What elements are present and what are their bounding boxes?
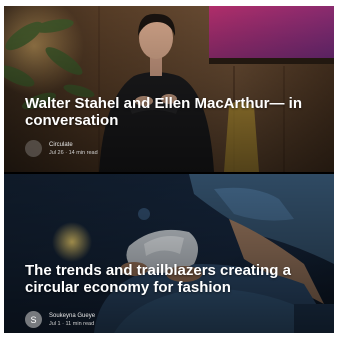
publish-date: Jul 1	[49, 320, 61, 327]
image-overlay	[4, 174, 334, 333]
article-meta: S Soukeyna Gueye Jul 1 · 11 min read	[25, 311, 95, 328]
author-name[interactable]: Soukeyna Gueye	[49, 312, 95, 320]
article-stats: Jul 26 · 14 min read	[49, 149, 98, 157]
article-title[interactable]: The trends and trailblazers creating a c…	[25, 262, 325, 296]
article-byline: Circulate Jul 26 · 14 min read	[49, 141, 98, 157]
article-stats: Jul 1 · 11 min read	[49, 320, 95, 328]
meta-separator: ·	[62, 320, 64, 327]
article-byline: Soukeyna Gueye Jul 1 · 11 min read	[49, 312, 95, 328]
article-meta: Circulate Jul 26 · 14 min read	[25, 140, 98, 157]
article-feed: Walter Stahel and Ellen MacArthur— in co…	[4, 6, 334, 333]
author-name[interactable]: Circulate	[49, 141, 98, 149]
article-card-fashion-trends[interactable]: The trends and trailblazers creating a c…	[4, 174, 334, 333]
author-avatar[interactable]	[25, 140, 42, 157]
author-avatar[interactable]: S	[25, 311, 42, 328]
meta-separator: ·	[65, 149, 68, 156]
read-time: 14 min read	[68, 149, 98, 156]
publish-date: Jul 26	[49, 149, 64, 156]
article-title[interactable]: Walter Stahel and Ellen MacArthur— in co…	[25, 95, 325, 129]
read-time: 11 min read	[65, 320, 95, 327]
article-card-stahel-macarthur[interactable]: Walter Stahel and Ellen MacArthur— in co…	[4, 6, 334, 172]
